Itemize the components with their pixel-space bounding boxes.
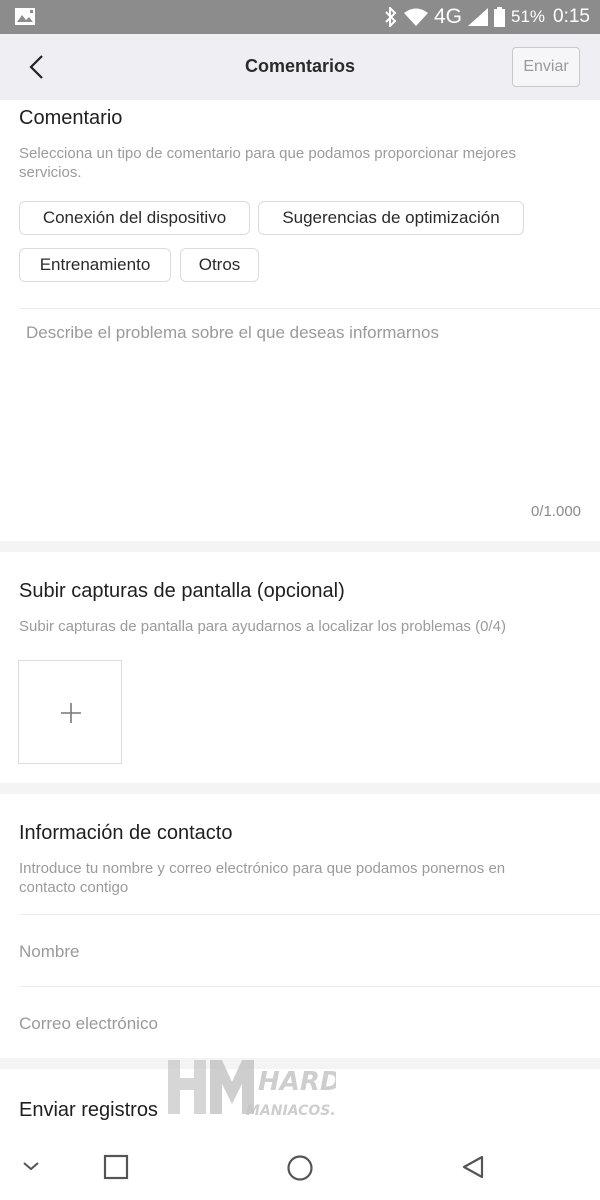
- network-type: 4G: [433, 5, 462, 28]
- name-field[interactable]: Nombre: [19, 942, 579, 962]
- triangle-back-icon[interactable]: [460, 1154, 486, 1182]
- contact-title: Información de contacto: [19, 822, 233, 844]
- chip-device-connection[interactable]: Conexión del dispositivo: [19, 201, 250, 235]
- battery-level: 51%: [510, 7, 546, 26]
- status-bar: 4G 51% 0:15: [0, 0, 600, 34]
- watermark-maniacos: MANIACOS.COM: [246, 1103, 336, 1119]
- plus-icon: [61, 703, 81, 723]
- divider: [19, 986, 600, 987]
- feedback-title: Comentario: [19, 107, 123, 129]
- contact-description: Introduce tu nombre y correo electrónico…: [19, 860, 506, 896]
- divider: [19, 914, 600, 915]
- section-divider: [0, 541, 600, 552]
- send-logs-title[interactable]: Enviar registros: [19, 1099, 158, 1122]
- send-button[interactable]: Enviar: [512, 47, 580, 87]
- bluetooth-icon: [385, 7, 397, 27]
- watermark-hard: HARD: [258, 1067, 336, 1097]
- character-counter: 0/1.000: [530, 503, 581, 520]
- app-bar: Comentarios Enviar: [0, 34, 600, 100]
- description-textarea[interactable]: [0, 309, 600, 539]
- wifi-icon: [403, 8, 428, 26]
- circle-icon[interactable]: [285, 1154, 315, 1184]
- clock: 0:15: [553, 6, 590, 27]
- cell-signal-icon: [467, 8, 488, 26]
- screenshots-description: Subir capturas de pantalla para ayudarno…: [19, 618, 506, 635]
- chevron-down-icon[interactable]: [20, 1158, 42, 1174]
- feedback-description: Selecciona un tipo de comentario para qu…: [19, 145, 516, 181]
- image-icon: [15, 8, 35, 25]
- email-field[interactable]: Correo electrónico: [19, 1014, 579, 1034]
- page-title: Comentarios: [244, 56, 356, 76]
- description-placeholder: Describe el problema sobre el que deseas…: [26, 323, 439, 342]
- system-nav-bar: [0, 1142, 600, 1200]
- hardmaniacos-watermark-logo: HARD MANIACOS.COM: [168, 1060, 336, 1119]
- battery-icon: [493, 7, 505, 27]
- screenshots-title: Subir capturas de pantalla (opcional): [19, 580, 345, 602]
- square-icon[interactable]: [103, 1154, 129, 1180]
- section-divider: [0, 783, 600, 794]
- chip-training[interactable]: Entrenamiento: [19, 248, 171, 282]
- chip-other[interactable]: Otros: [180, 248, 259, 282]
- add-screenshot-button[interactable]: [18, 660, 122, 764]
- chip-optimization[interactable]: Sugerencias de optimización: [258, 201, 524, 235]
